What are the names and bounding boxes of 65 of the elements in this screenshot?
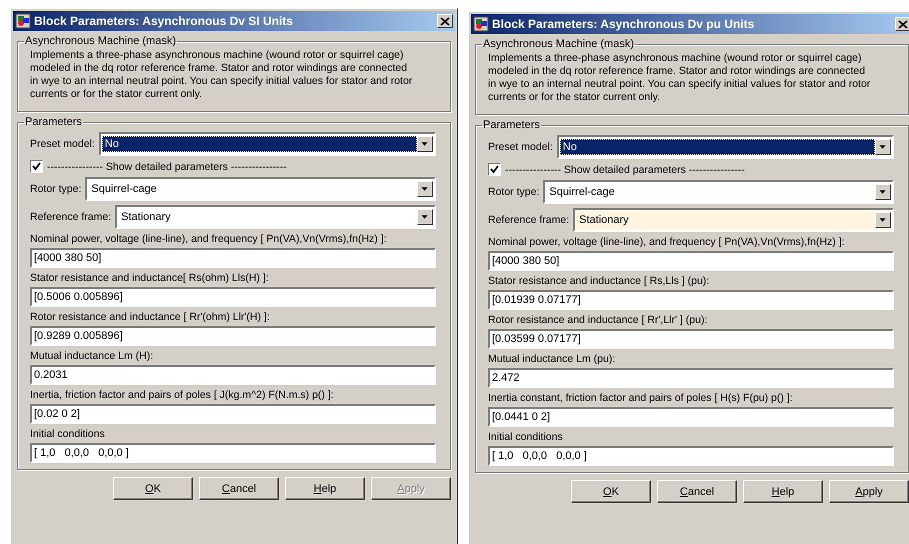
dropdown[interactable]: No [556,135,894,159]
dropdown-value: Stationary [578,213,630,228]
dropdown[interactable]: Stationary [573,208,894,232]
window-title: Block Parameters: Asynchronous Dv pu Units [492,17,756,31]
field-label: Inertia constant, friction factor and pairs of poles [ H(s) F(pu) p() ]: [488,392,794,405]
text-field[interactable]: [ 1,0 0,0,0 0,0,0 ] [30,443,436,463]
description-text: Implements a three-phase asynchronous machine (wound rotor or squirrel cage) modeled in the dq rotor reference frame. Stator and rotor windings are connected in wye to an internal neutral point. You can specify initial values for stator and rotor currents or for the stator current only. [488,51,872,105]
dropdown-value: Squirrel-cage [548,185,616,200]
field-label: Nominal power, voltage (line-line), and frequency [ Pn(VA),Vn(Vrms),fn(Hz) ]: [488,236,846,249]
text-field[interactable]: [0.5006 0.005896] [30,287,436,307]
field-label: Reference frame: [30,211,112,223]
text-field[interactable]: [0.9289 0.005896] [30,326,436,346]
dropdown[interactable]: Squirrel-cage [85,177,436,201]
field-label: Inertia, friction factor and pairs of poles [ J(kg.m^2) F(N.m.s) p() ]: [30,389,335,402]
dialog-button[interactable]: Apply [829,480,909,503]
field-label: Stator resistance and inductance [ Rs,Lls ] (pu): [488,275,710,288]
dropdown-value: No [560,139,875,155]
app-icon [473,16,489,32]
text-field[interactable]: 2.472 [488,368,894,388]
dropdown[interactable]: No [98,132,436,156]
text-field[interactable]: [0.03599 0.07177] [488,329,894,349]
dialog-button[interactable]: Help [285,477,365,500]
group-label: Parameters [482,119,541,131]
field-label: Rotor type: [488,186,540,198]
dropdown-value: Stationary [120,210,172,225]
field-label: Preset model: [30,138,95,150]
checkbox[interactable] [488,163,501,176]
dialog-button[interactable]: OK [571,480,651,503]
group-label: Parameters [24,116,83,128]
group-label: Asynchronous Machine (mask) [482,38,636,50]
close-button[interactable] [895,17,909,31]
text-field[interactable]: [ 1,0 0,0,0 0,0,0 ] [488,446,894,466]
field-label: Rotor type: [30,183,82,195]
group-label: Asynchronous Machine (mask) [24,35,178,47]
field-label: Rotor resistance and inductance [ Rr',Llr' ] (pu): [488,314,708,327]
dropdown-value: No [102,136,417,152]
dropdown[interactable]: Squirrel-cage [543,180,894,204]
field-label: Mutual inductance Lm (pu): [488,353,616,366]
field-label: Stator resistance and inductance[ Rs(ohm) Lls(H) ]: [30,272,270,285]
text-field[interactable]: 0.2031 [30,365,436,385]
text-field[interactable]: [4000 380 50] [30,248,436,268]
text-field[interactable]: [0.01939 0.07177] [488,290,894,310]
checkbox-label: ---------------- Show detailed parameters ---------------- [47,160,287,172]
dropdown[interactable]: Stationary [115,205,436,229]
field-label: Rotor resistance and inductance [ Rr'(ohm) Llr'(H) ]: [30,311,271,324]
window-title: Block Parameters: Asynchronous Dv SI Units [34,14,294,28]
app-icon [15,13,31,29]
text-field[interactable]: [4000 380 50] [488,251,894,271]
description-text: Implements a three-phase asynchronous machine (wound rotor or squirrel cage) modeled in the dq rotor reference frame. Stator and rotor windings are connected in wye to an internal neutral point. You can specify initial values for stator and rotor currents or for the stator current only. [30,48,414,102]
field-label: Reference frame: [488,214,570,226]
field-label: Preset model: [488,141,553,153]
dialog-button[interactable]: OK [113,477,193,500]
text-field[interactable]: [0.0441 0 2] [488,407,894,427]
dialog-button[interactable]: Cancel [657,480,737,503]
dialog-button[interactable]: Cancel [199,477,279,500]
field-label: Mutual inductance Lm (H): [30,350,154,363]
checkbox[interactable] [30,160,43,173]
dropdown-value: Squirrel-cage [90,182,158,197]
field-label: Initial conditions [30,428,106,441]
dialog-button[interactable]: Help [743,480,823,503]
field-label: Initial conditions [488,431,564,444]
text-field[interactable]: [0.02 0 2] [30,404,436,424]
field-label: Nominal power, voltage (line-line), and frequency [ Pn(VA),Vn(Vrms),fn(Hz) ]: [30,233,388,246]
close-button[interactable] [437,14,453,28]
checkbox-label: ---------------- Show detailed parameters ---------------- [505,164,745,176]
